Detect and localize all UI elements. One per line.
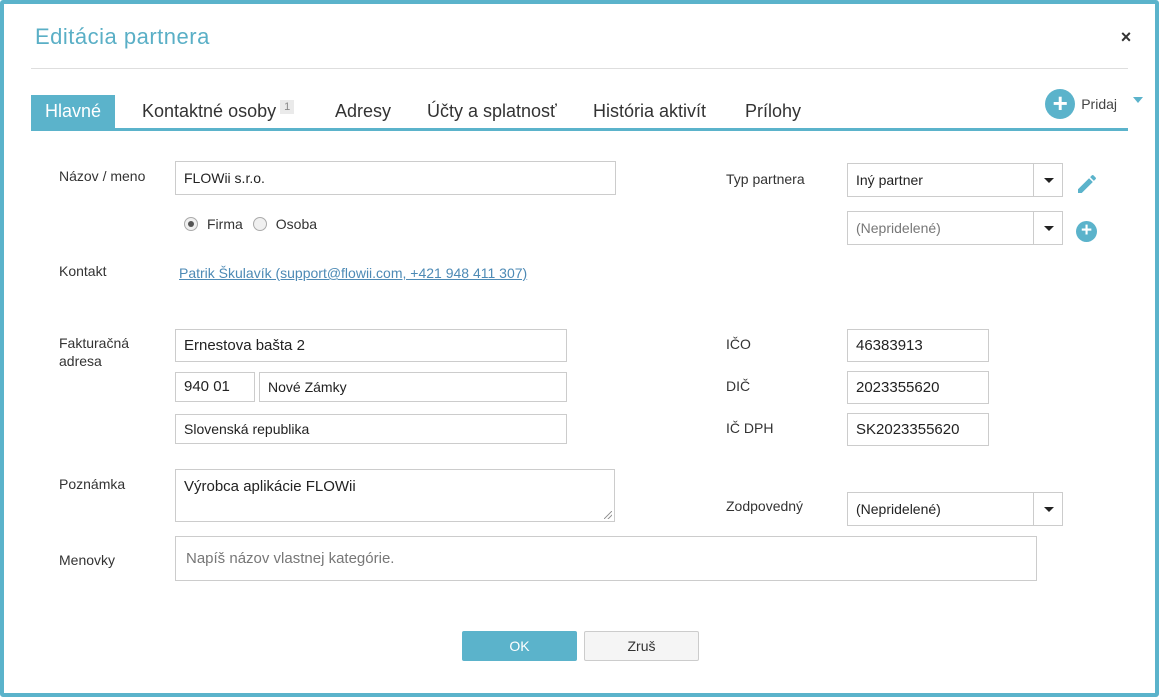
ic-dph-input[interactable]: SK2023355620	[847, 413, 989, 446]
count-badge: 1	[280, 100, 295, 114]
contact-label: Kontakt	[59, 263, 107, 279]
dic-input[interactable]: 2023355620	[847, 371, 989, 404]
note-label: Poznámka	[59, 476, 126, 492]
tab-kontaktne-osoby[interactable]: Kontaktné osoby 1	[128, 95, 308, 128]
add-menu-label: Pridaj	[1081, 96, 1117, 112]
tags-input[interactable]: Napíš názov vlastnej kategórie.	[175, 536, 1037, 581]
header-divider	[31, 68, 1128, 69]
tab-ucty-a-splatnost[interactable]: Účty a splatnosť	[413, 95, 571, 128]
chevron-down-icon[interactable]	[1033, 493, 1062, 525]
note-textarea[interactable]: Výrobca aplikácie FLOWii	[175, 469, 615, 522]
responsible-label: Zodpovedný	[726, 498, 804, 514]
cancel-button[interactable]: Zruš	[584, 631, 699, 661]
plus-icon: +	[1045, 89, 1076, 119]
tags-label: Menovky	[59, 552, 116, 568]
contact-link[interactable]: Patrik Škulavík (support@flowii.com, +42…	[179, 265, 527, 281]
entity-type-radios: Firma Osoba	[184, 216, 317, 232]
billing-address-label-1: Fakturačná	[59, 335, 130, 351]
dic-label: DIČ	[726, 378, 751, 394]
responsible-value: (Nepridelené)	[856, 501, 941, 517]
note-text: Výrobca aplikácie FLOWii	[184, 478, 356, 495]
billing-address-label-2: adresa	[59, 353, 102, 369]
country-input[interactable]: Slovenská republika	[175, 414, 567, 444]
ic-dph-label: IČ DPH	[726, 420, 774, 436]
pencil-icon[interactable]	[1075, 172, 1099, 196]
radio-osoba[interactable]	[252, 217, 267, 231]
dialog-title: Editácia partnera	[35, 24, 210, 49]
resize-grip-icon[interactable]	[604, 511, 612, 519]
tab-adresy[interactable]: Adresy	[321, 95, 405, 128]
radio-osoba-label: Osoba	[275, 216, 318, 232]
plus-icon[interactable]: +	[1076, 221, 1097, 242]
ico-input[interactable]: 46383913	[847, 329, 989, 362]
tab-hlavne[interactable]: Hlavné	[31, 95, 116, 128]
edit-partner-dialog: Editácia partnera × Hlavné Kontaktné oso…	[0, 0, 1159, 697]
name-label: Názov / meno	[59, 168, 146, 184]
partner-type-select[interactable]: Iný partner	[847, 163, 1063, 197]
tab-bar: Hlavné Kontaktné osoby 1 Adresy Účty a sp…	[31, 95, 1128, 129]
add-menu-button[interactable]: + Pridaj	[1045, 88, 1143, 120]
chevron-down-icon[interactable]	[1033, 164, 1062, 196]
tab-historia-aktivit[interactable]: História aktivít	[579, 95, 720, 128]
radio-firma-label: Firma	[207, 216, 243, 232]
ico-label: IČO	[726, 336, 751, 352]
zip-input[interactable]: 940 01	[175, 372, 255, 402]
close-icon[interactable]: ×	[1116, 27, 1136, 47]
caret-down-icon	[1133, 97, 1143, 103]
tab-underline	[31, 128, 1128, 131]
chevron-down-icon[interactable]	[1033, 212, 1062, 244]
name-input[interactable]: FLOWii s.r.o.	[175, 161, 616, 195]
partner-subtype-select[interactable]: (Nepridelené)	[847, 211, 1063, 245]
partner-type-value: Iný partner	[856, 172, 923, 188]
street-input[interactable]: Ernestova bašta 2	[175, 329, 567, 362]
tab-label: Kontaktné osoby	[142, 101, 277, 121]
responsible-select[interactable]: (Nepridelené)	[847, 492, 1063, 526]
ok-button[interactable]: OK	[462, 631, 577, 661]
partner-type-label: Typ partnera	[726, 171, 805, 187]
partner-subtype-value: (Nepridelené)	[856, 220, 941, 236]
city-input[interactable]: Nové Zámky	[259, 372, 567, 402]
tab-prilohy[interactable]: Prílohy	[731, 95, 815, 128]
radio-firma[interactable]	[184, 217, 198, 231]
